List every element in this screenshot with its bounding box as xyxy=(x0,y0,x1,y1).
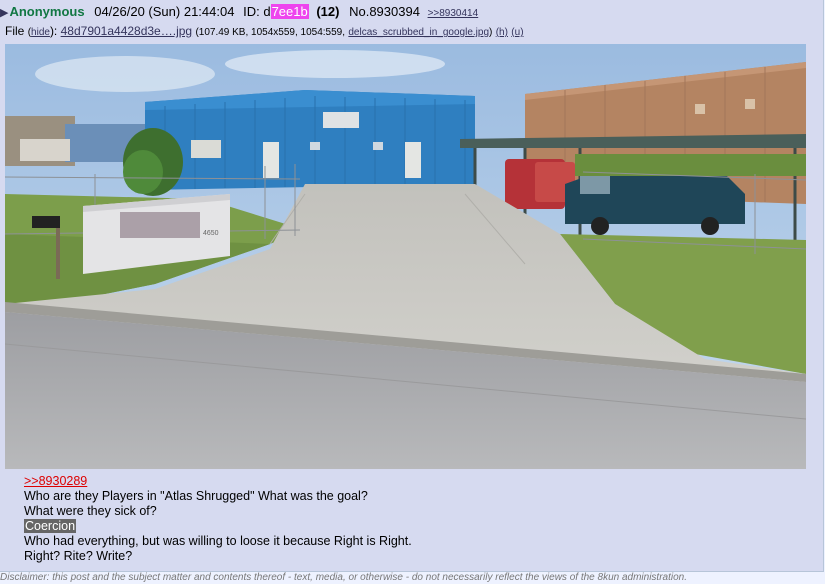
hash-search-link[interactable]: (h) xyxy=(496,27,508,38)
message-line-2: What were they sick of? xyxy=(24,504,157,518)
message-line-5: Right? Rite? Write? xyxy=(24,549,133,563)
spoiler-text[interactable]: Coercion xyxy=(24,519,77,533)
message-line-1: Who are they Players in "Atlas Shrugged"… xyxy=(24,489,368,503)
poster-id-label: ID: xyxy=(243,4,260,19)
poster-post-count: (12) xyxy=(316,4,340,19)
disclaimer-text: Disclaimer: this post and the subject ma… xyxy=(0,572,687,583)
post-timestamp: 04/26/20 (Sun) 21:44:04 xyxy=(94,4,235,19)
file-info: File (hide): 48d7901a4428d3e….jpg (107.4… xyxy=(5,23,524,39)
post-number-link[interactable]: No.8930394 xyxy=(349,4,420,19)
hide-image-link[interactable]: hide xyxy=(31,27,50,38)
street-view-warehouse-image: 4650 xyxy=(5,44,806,469)
quote-line: >>8930289 xyxy=(24,474,412,489)
poster-id-highlight: 7ee1b xyxy=(270,4,309,19)
original-filename-link[interactable]: delcas_scrubbed_in_google.jpg xyxy=(348,27,489,38)
quote-link[interactable]: >>8930289 xyxy=(24,474,87,488)
reply-backlink[interactable]: >>8930414 xyxy=(428,8,479,19)
sign-number-text: 4650 xyxy=(203,230,219,237)
post-header: ▶Anonymous 04/26/20 (Sun) 21:44:04 ID: d… xyxy=(0,4,478,20)
post-menu-arrow-icon[interactable]: ▶ xyxy=(0,7,8,19)
poster-id[interactable]: ID: d7ee1b xyxy=(243,4,309,19)
poster-id-prefix: d xyxy=(263,4,271,19)
file-label: File xyxy=(5,24,25,38)
spoiler-line: Coercion xyxy=(24,519,412,534)
file-name-link[interactable]: 48d7901a4428d3e….jpg xyxy=(61,24,192,38)
unix-search-link[interactable]: (u) xyxy=(511,27,523,38)
file-meta-close: ) xyxy=(489,27,493,38)
post-container: ▶Anonymous 04/26/20 (Sun) 21:44:04 ID: d… xyxy=(0,0,824,572)
hide-close-paren: ): xyxy=(49,24,58,38)
poster-name: Anonymous xyxy=(9,4,85,19)
file-meta: (107.49 KB, 1054x559, 1054:559, xyxy=(195,27,346,38)
message-line-4: Who had everything, but was willing to l… xyxy=(24,534,412,548)
post-message: >>8930289 Who are they Players in "Atlas… xyxy=(24,474,412,564)
post-image[interactable]: 4650 xyxy=(5,44,806,469)
